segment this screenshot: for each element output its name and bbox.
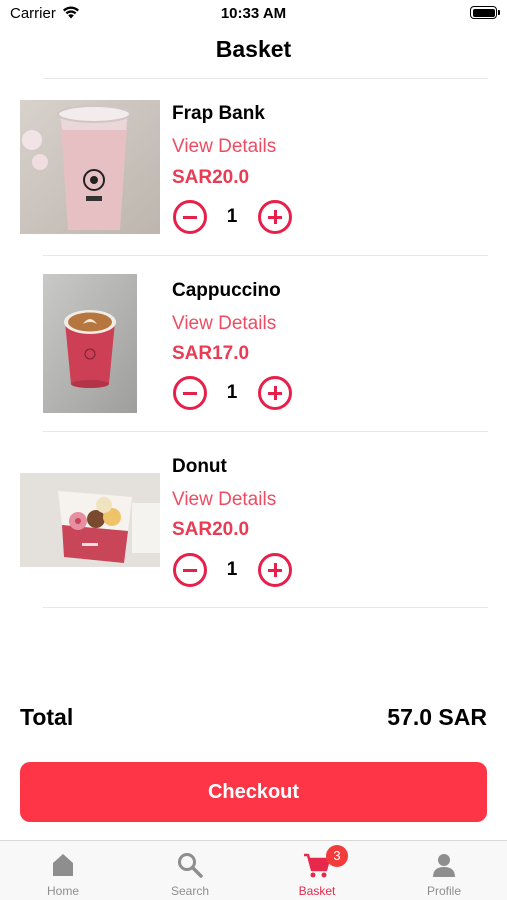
decrease-quantity-button[interactable] xyxy=(173,553,207,587)
view-details-link[interactable]: View Details xyxy=(172,136,276,158)
page-title: Basket xyxy=(215,36,292,62)
quantity-value: 1 xyxy=(226,559,238,580)
tab-bar: Home Search 3 Basket Profile xyxy=(0,840,507,900)
tab-home[interactable]: Home xyxy=(0,841,126,900)
basket-item-frap-bank: Frap Bank View Details SAR20.0 1 xyxy=(0,92,507,268)
item-name: Donut xyxy=(172,456,227,477)
quantity-value: 1 xyxy=(226,206,238,227)
item-price: SAR20.0 xyxy=(172,167,250,188)
item-price: SAR17.0 xyxy=(172,343,250,364)
clock: 10:33 AM xyxy=(220,5,287,22)
checkout-button[interactable]: Checkout xyxy=(20,762,487,822)
minus-icon xyxy=(183,215,197,219)
total-label: Total xyxy=(20,704,74,730)
divider xyxy=(43,255,488,256)
home-icon xyxy=(53,854,73,876)
tab-label: Profile xyxy=(426,884,461,898)
item-price: SAR20.0 xyxy=(172,519,250,540)
divider xyxy=(43,78,488,79)
tab-label: Search xyxy=(170,884,210,898)
total-value: 57.0 SAR xyxy=(387,704,487,730)
status-bar: Carrier 10:33 AM xyxy=(0,0,507,28)
tab-label: Home xyxy=(46,884,79,898)
item-name: Frap Bank xyxy=(172,103,265,124)
divider xyxy=(43,431,488,432)
search-icon xyxy=(178,853,203,878)
donut-box-photo xyxy=(20,473,160,567)
increase-quantity-button[interactable] xyxy=(258,376,292,410)
cart-count-badge: 3 xyxy=(326,845,348,867)
increase-quantity-button[interactable] xyxy=(258,200,292,234)
minus-icon xyxy=(183,568,197,572)
divider xyxy=(43,607,488,608)
minus-icon xyxy=(183,391,197,395)
tab-profile[interactable]: Profile xyxy=(381,841,507,900)
decrease-quantity-button[interactable] xyxy=(173,376,207,410)
view-details-link[interactable]: View Details xyxy=(172,313,276,335)
increase-quantity-button[interactable] xyxy=(258,553,292,587)
quantity-value: 1 xyxy=(226,382,238,403)
basket-item-donut: Donut View Details SAR20.0 1 xyxy=(0,444,507,620)
view-details-link[interactable]: View Details xyxy=(172,489,276,511)
cappuccino-cup-photo xyxy=(43,274,137,413)
tab-label: Basket xyxy=(298,884,336,898)
battery-icon xyxy=(470,6,500,19)
tab-basket[interactable]: 3 Basket xyxy=(254,841,380,900)
tab-search[interactable]: Search xyxy=(127,841,253,900)
basket-item-cappuccino: Cappuccino View Details SAR17.0 1 xyxy=(0,268,507,444)
frappe-cup-photo xyxy=(20,100,160,234)
item-name: Cappuccino xyxy=(172,280,281,301)
decrease-quantity-button[interactable] xyxy=(173,200,207,234)
profile-icon xyxy=(433,854,455,877)
